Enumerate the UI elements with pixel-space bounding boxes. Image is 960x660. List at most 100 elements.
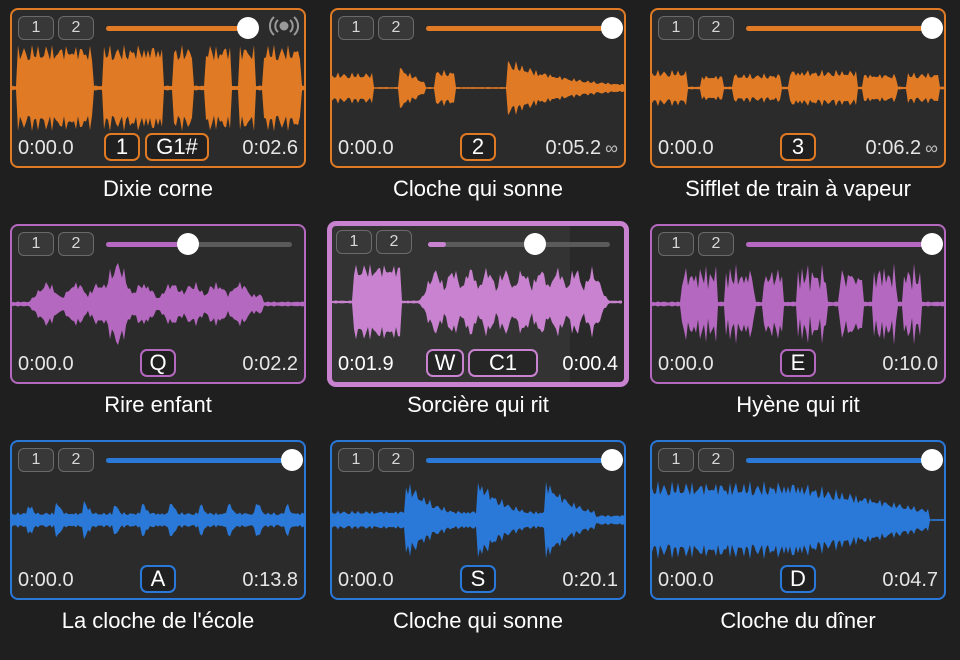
volume-fill (106, 26, 248, 31)
slot-1-button[interactable]: 1 (658, 16, 694, 40)
sound-name: Cloche qui sonne (392, 176, 563, 201)
hotkey-badge: W (426, 349, 464, 377)
sound-cell: 1 2 0:00.0 A 0:13.8 La cloche de l'école (10, 440, 306, 645)
volume-knob[interactable] (921, 17, 943, 39)
end-time-value: 0:05.2 (545, 137, 602, 159)
waveform-shape (332, 60, 624, 116)
volume-knob[interactable] (601, 449, 623, 471)
start-time: 0:00.0 (658, 137, 714, 159)
sound-cell: 1 2 0:00.0 E 0:10.0 Hyène qui rit (650, 224, 946, 429)
sound-tile-sorciere-qui-rit[interactable]: 1 2 0:01.9 W C1 0:00.4 (328, 222, 628, 386)
volume-slider[interactable] (746, 17, 943, 39)
hotkey-badge: 2 (460, 133, 496, 161)
slot-2-button[interactable]: 2 (58, 16, 94, 40)
loop-icon: ∞ (925, 138, 938, 158)
volume-fill (746, 26, 932, 31)
slot-2-button[interactable]: 2 (698, 448, 734, 472)
volume-knob[interactable] (281, 449, 303, 471)
sound-cell: 1 2 0:00.0 S 0:20.1 Cloche qui sonne (330, 440, 626, 645)
waveform-shape (652, 480, 944, 560)
waveform (12, 44, 304, 132)
volume-fill (106, 458, 292, 463)
slot-1-button[interactable]: 1 (658, 232, 694, 256)
volume-slider[interactable] (426, 449, 623, 471)
sound-cell: 1 2 0:00.0 2 0:05.2 ∞ Cloche qui sonne (330, 8, 626, 213)
waveform (652, 263, 944, 345)
sound-tile-sifflet-de-train[interactable]: 1 2 0:00.0 3 0:06.2 ∞ (650, 8, 946, 168)
start-time: 0:01.9 (338, 353, 394, 375)
sound-tile-dixie-corne[interactable]: 1 2 0:00.0 1 G1# 0:02.6 (10, 8, 306, 168)
end-time: 0:05.2 ∞ (546, 137, 618, 160)
sound-tile-rire-enfant[interactable]: 1 2 0:00.0 Q 0:02.2 (10, 224, 306, 384)
slot-1-button[interactable]: 1 (18, 232, 54, 256)
hotkey-badge: E (780, 349, 816, 377)
end-time: 0:06.2 ∞ (866, 137, 938, 160)
sound-tile-hyene-qui-rit[interactable]: 1 2 0:00.0 E 0:10.0 (650, 224, 946, 384)
start-time: 0:00.0 (338, 569, 394, 591)
sound-cell: 1 2 0:00.0 Q 0:02.2 Rire enfant (10, 224, 306, 429)
slot-2-button[interactable]: 2 (58, 232, 94, 256)
volume-knob[interactable] (524, 233, 547, 255)
hotkey-badge: Q (140, 349, 176, 377)
slot-1-button[interactable]: 1 (336, 230, 372, 254)
soundboard-grid: 1 2 0:00.0 1 G1# 0:02.6 Dixie corne 1 2 … (0, 0, 960, 660)
start-time: 0:00.0 (18, 569, 74, 591)
end-time: 0:10.0 (882, 353, 938, 375)
sound-cell: 1 2 0:00.0 1 G1# 0:02.6 Dixie corne (10, 8, 306, 213)
start-time: 0:00.0 (18, 353, 74, 375)
waveform (332, 264, 622, 340)
slot-1-button[interactable]: 1 (338, 16, 374, 40)
sound-tile-cloche-qui-sonne-2[interactable]: 1 2 0:00.0 S 0:20.1 (330, 440, 626, 600)
slot-2-button[interactable]: 2 (378, 16, 414, 40)
sound-tile-cloche-du-diner[interactable]: 1 2 0:00.0 D 0:04.7 (650, 440, 946, 600)
volume-knob[interactable] (921, 449, 943, 471)
volume-fill (426, 26, 612, 31)
slot-2-button[interactable]: 2 (378, 448, 414, 472)
slot-2-button[interactable]: 2 (376, 230, 412, 254)
volume-fill (106, 242, 188, 247)
volume-slider[interactable] (106, 233, 292, 255)
waveform-shape (12, 44, 304, 132)
slot-2-button[interactable]: 2 (698, 232, 734, 256)
sound-name: Cloche du dîner (720, 608, 876, 633)
volume-slider[interactable] (106, 449, 303, 471)
volume-fill (426, 458, 612, 463)
end-time-value: 0:06.2 (865, 137, 922, 159)
volume-knob[interactable] (601, 17, 623, 39)
start-time: 0:00.0 (338, 137, 394, 159)
volume-fill (746, 458, 932, 463)
waveform (12, 501, 304, 539)
volume-knob[interactable] (921, 233, 943, 255)
sound-cell: 1 2 0:00.0 D 0:04.7 Cloche du dîner (650, 440, 946, 645)
volume-slider[interactable] (426, 17, 623, 39)
sound-name: Hyène qui rit (736, 392, 860, 417)
sound-cell: 1 2 0:01.9 W C1 0:00.4 Sorcière qui rit (328, 222, 628, 427)
slot-1-button[interactable]: 1 (338, 448, 374, 472)
volume-slider[interactable] (746, 233, 943, 255)
volume-knob[interactable] (176, 233, 199, 255)
waveform (12, 262, 304, 346)
end-time: 0:02.2 (242, 353, 298, 375)
sound-tile-cloche-qui-sonne[interactable]: 1 2 0:00.0 2 0:05.2 ∞ (330, 8, 626, 168)
waveform-shape (332, 481, 624, 559)
hotkey-badge: 1 (104, 133, 140, 161)
slot-2-button[interactable]: 2 (58, 448, 94, 472)
hotkey-badge: 3 (780, 133, 816, 161)
slot-1-button[interactable]: 1 (18, 16, 54, 40)
slot-1-button[interactable]: 1 (18, 448, 54, 472)
end-time: 0:20.1 (562, 569, 618, 591)
note-badge: G1# (145, 133, 209, 161)
volume-slider[interactable] (106, 17, 259, 39)
volume-knob[interactable] (237, 17, 259, 39)
volume-slider[interactable] (746, 449, 943, 471)
sound-tile-la-cloche-de-l-ecole[interactable]: 1 2 0:00.0 A 0:13.8 (10, 440, 306, 600)
loop-icon: ∞ (605, 138, 618, 158)
slot-2-button[interactable]: 2 (698, 16, 734, 40)
broadcast-icon (268, 16, 300, 36)
hotkey-badge: A (140, 565, 176, 593)
slot-1-button[interactable]: 1 (658, 448, 694, 472)
sound-name: Dixie corne (102, 176, 214, 201)
waveform (652, 480, 944, 560)
volume-slider[interactable] (428, 233, 610, 255)
sound-name: Sorcière qui rit (407, 392, 549, 417)
